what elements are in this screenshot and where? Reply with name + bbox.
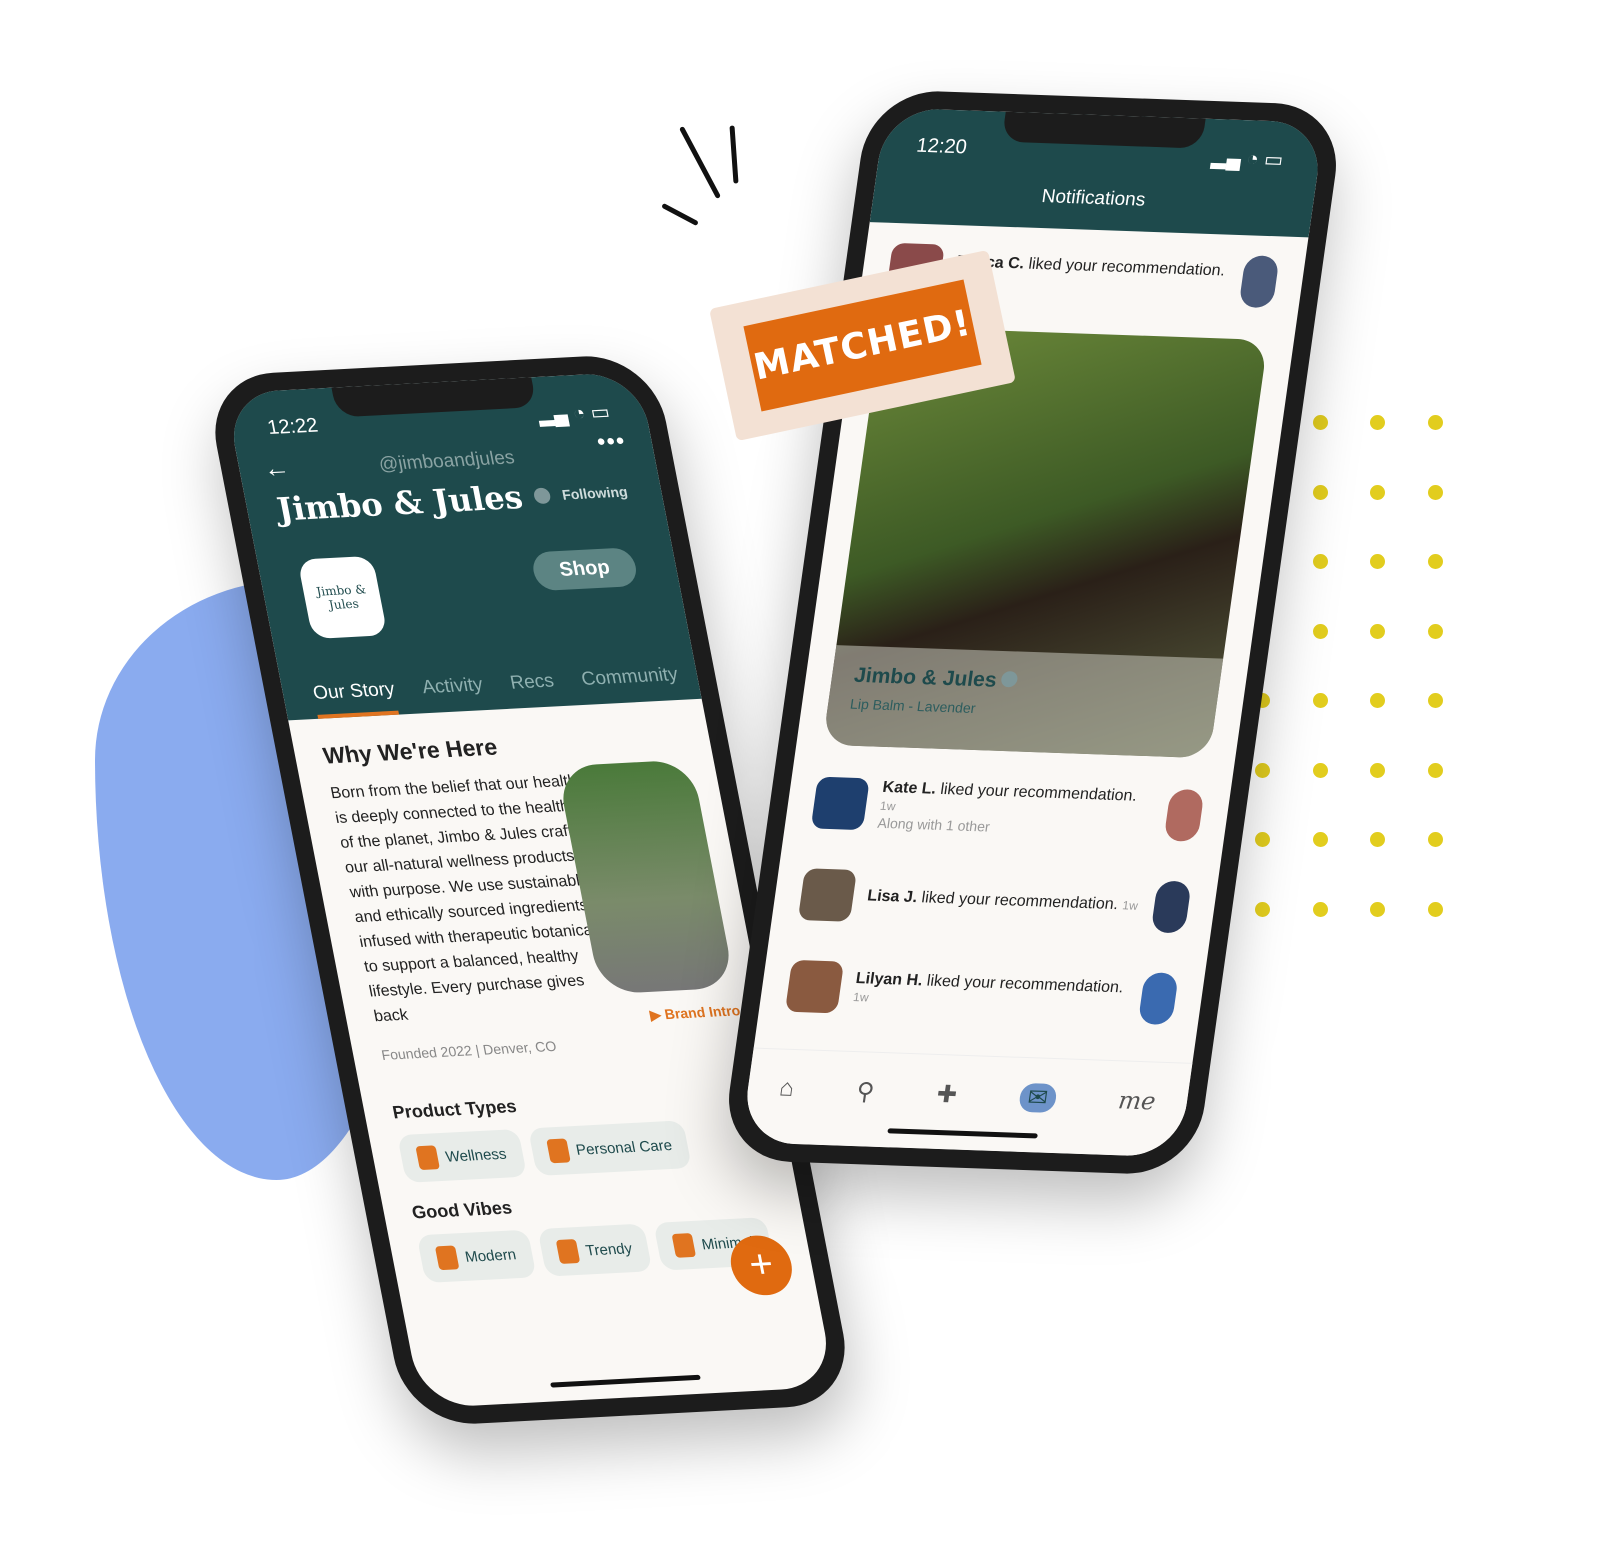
notification-item[interactable]: Lilyan H. liked your recommendation. 1w	[756, 939, 1208, 1046]
status-time: 12:22	[265, 414, 320, 439]
mail-icon[interactable]: ✉	[1017, 1082, 1058, 1114]
me-icon[interactable]: me	[1117, 1086, 1158, 1115]
shop-button[interactable]: Shop	[529, 547, 640, 592]
notification-item[interactable]: Lisa J. liked your recommendation. 1w	[769, 847, 1221, 954]
chip-trendy[interactable]: Trendy	[537, 1223, 653, 1277]
trendy-icon	[555, 1239, 581, 1264]
chip-modern[interactable]: Modern	[416, 1229, 537, 1283]
brand-intro-link[interactable]: ▶ Brand Intro	[648, 1002, 741, 1024]
verified-badge-icon	[1000, 670, 1019, 688]
tab-recs[interactable]: Recs	[508, 671, 558, 709]
follow-status[interactable]: Following	[561, 483, 629, 502]
back-arrow-icon[interactable]: ←	[261, 452, 293, 484]
founded-info: Founded 2022 | Denver, CO	[379, 1037, 558, 1063]
match-brand: Jimbo & Jules	[852, 663, 999, 692]
match-product: Lip Balm - Lavender	[849, 695, 977, 717]
page-title: Notifications	[1040, 186, 1147, 211]
burst-line	[679, 126, 721, 199]
avatar	[797, 868, 858, 922]
matched-label: MATCHED!	[743, 279, 982, 412]
home-indicator	[550, 1374, 701, 1388]
status-time: 12:20	[915, 134, 969, 159]
brand-logo: Jimbo & Jules	[297, 555, 388, 640]
notifications-header: 12:20 ▂▄ ◔ ▭ Notifications	[869, 107, 1325, 238]
tab-activity[interactable]: Activity	[420, 674, 487, 713]
wellness-icon	[415, 1145, 440, 1171]
chip-personal-care[interactable]: Personal Care	[527, 1120, 693, 1177]
avatar	[784, 959, 845, 1014]
notification-item[interactable]: Kate L. liked your recommendation. 1w Alo…	[782, 756, 1234, 863]
verified-badge-icon	[532, 487, 552, 505]
burst-line	[729, 125, 739, 184]
minimal-icon	[671, 1233, 697, 1258]
tab-community[interactable]: Community	[580, 664, 683, 705]
recommendation-thumbnail	[1137, 972, 1179, 1026]
good-vibes-title: Good Vibes	[410, 1197, 514, 1223]
status-icons: ▂▄ ◔ ▭	[1209, 147, 1285, 172]
bottom-nav: ⌂ ⚲ ✚ ✉ me	[740, 1047, 1193, 1158]
avatar	[810, 776, 870, 831]
notifications-phone: 12:20▂▄ ◔ ▭ Notifications Becca C. liked…	[719, 89, 1346, 1176]
recommendation-thumbnail	[1150, 880, 1192, 934]
burst-line	[661, 202, 699, 227]
status-icons: ▂▄ ◔ ▭	[535, 401, 612, 427]
tab-our-story[interactable]: Our Story	[311, 678, 400, 719]
brand-name: Jimbo & Jules	[273, 478, 526, 529]
product-types-title: Product Types	[390, 1096, 519, 1123]
search-icon[interactable]: ⚲	[855, 1077, 877, 1106]
plus-icon[interactable]: ✚	[935, 1080, 959, 1110]
modern-icon	[434, 1245, 460, 1271]
more-options-icon[interactable]: •••	[595, 428, 629, 457]
recommendation-thumbnail	[1238, 255, 1280, 309]
profile-header: 12:22 ▂▄ ◔ ▭ ← @jimboandjules ••• Jimbo &…	[224, 371, 702, 721]
recommendation-thumbnail	[1163, 788, 1205, 842]
chip-wellness[interactable]: Wellness	[397, 1128, 527, 1183]
personal-care-icon	[545, 1138, 571, 1164]
home-icon[interactable]: ⌂	[778, 1075, 796, 1103]
